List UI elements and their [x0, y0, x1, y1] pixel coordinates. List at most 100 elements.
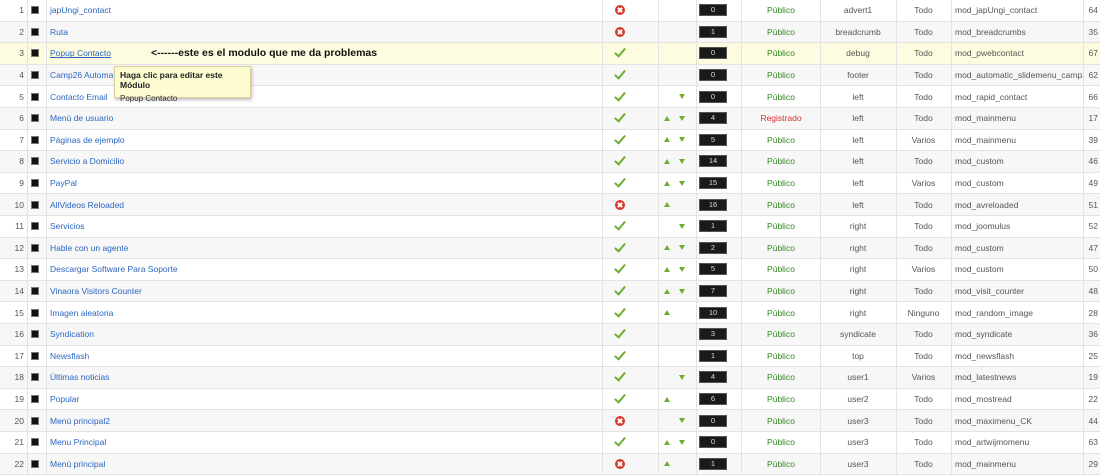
- module-name-link[interactable]: AllVideos Reloaded: [50, 194, 410, 215]
- published-toggle[interactable]: [612, 259, 628, 280]
- order-field[interactable]: 3: [699, 324, 727, 345]
- module-name-link[interactable]: Newsflash: [50, 346, 410, 367]
- checkbox-square[interactable]: [31, 308, 39, 317]
- order-value[interactable]: 0: [699, 47, 727, 60]
- order-field[interactable]: 0: [699, 65, 727, 86]
- order-value[interactable]: 1: [699, 25, 727, 38]
- move-up-icon[interactable]: [664, 115, 670, 121]
- published-toggle[interactable]: [612, 389, 628, 410]
- move-down-icon[interactable]: [679, 137, 685, 143]
- module-name-link[interactable]: Servicio a Domicilio: [50, 151, 410, 172]
- published-toggle[interactable]: [612, 130, 628, 151]
- order-field[interactable]: 16: [699, 194, 727, 215]
- order-value[interactable]: 0: [699, 414, 727, 427]
- access-level[interactable]: Público: [742, 43, 820, 64]
- row-checkbox[interactable]: [30, 173, 40, 194]
- order-field[interactable]: 4: [699, 367, 727, 388]
- published-check-icon[interactable]: [614, 157, 626, 165]
- published-check-icon[interactable]: [614, 352, 626, 360]
- access-level[interactable]: Público: [742, 346, 820, 367]
- checkbox-square[interactable]: [31, 351, 39, 360]
- published-check-icon[interactable]: [614, 114, 626, 122]
- order-field[interactable]: 2: [699, 238, 727, 259]
- published-check-icon[interactable]: [614, 330, 626, 338]
- move-up-icon[interactable]: [664, 461, 670, 467]
- access-level[interactable]: Público: [742, 0, 820, 21]
- checkbox-square[interactable]: [31, 373, 39, 382]
- order-field[interactable]: 0: [699, 0, 727, 21]
- published-check-icon[interactable]: [614, 265, 626, 273]
- published-toggle[interactable]: [612, 0, 628, 21]
- access-level[interactable]: Público: [742, 216, 820, 237]
- checkbox-square[interactable]: [31, 243, 39, 252]
- published-toggle[interactable]: [612, 324, 628, 345]
- access-level[interactable]: Público: [742, 22, 820, 43]
- module-name-link[interactable]: Menú principal2: [50, 410, 410, 431]
- move-down-icon[interactable]: [679, 115, 685, 121]
- unpublished-x-icon[interactable]: [615, 26, 625, 37]
- published-toggle[interactable]: [612, 108, 628, 129]
- published-toggle[interactable]: [612, 151, 628, 172]
- checkbox-square[interactable]: [31, 395, 39, 404]
- move-down-icon[interactable]: [679, 374, 685, 380]
- row-checkbox[interactable]: [30, 0, 40, 21]
- published-toggle[interactable]: [612, 432, 628, 453]
- published-toggle[interactable]: [612, 173, 628, 194]
- order-field[interactable]: 15: [699, 173, 727, 194]
- move-up-icon[interactable]: [664, 439, 670, 445]
- move-down-icon[interactable]: [679, 223, 685, 229]
- row-checkbox[interactable]: [30, 346, 40, 367]
- order-value[interactable]: 1: [699, 220, 727, 233]
- module-name-link[interactable]: Imagen aleatoria: [50, 302, 410, 323]
- published-check-icon[interactable]: [614, 395, 626, 403]
- move-down-icon[interactable]: [679, 94, 685, 100]
- order-field[interactable]: 1: [699, 22, 727, 43]
- published-check-icon[interactable]: [614, 244, 626, 252]
- row-checkbox[interactable]: [30, 194, 40, 215]
- access-level[interactable]: Público: [742, 454, 820, 475]
- order-field[interactable]: 1: [699, 346, 727, 367]
- access-level[interactable]: Público: [742, 410, 820, 431]
- order-value[interactable]: 14: [699, 155, 727, 168]
- access-level[interactable]: Público: [742, 302, 820, 323]
- checkbox-square[interactable]: [31, 416, 39, 425]
- published-toggle[interactable]: [612, 410, 628, 431]
- published-toggle[interactable]: [612, 346, 628, 367]
- published-toggle[interactable]: [612, 238, 628, 259]
- module-name-link[interactable]: PayPal: [50, 173, 410, 194]
- published-toggle[interactable]: [612, 22, 628, 43]
- published-check-icon[interactable]: [614, 287, 626, 295]
- module-name-link[interactable]: Menú de usuario: [50, 108, 410, 129]
- row-checkbox[interactable]: [30, 454, 40, 475]
- published-check-icon[interactable]: [614, 136, 626, 144]
- access-level[interactable]: Público: [742, 324, 820, 345]
- row-checkbox[interactable]: [30, 238, 40, 259]
- move-down-icon[interactable]: [679, 418, 685, 424]
- move-down-icon[interactable]: [679, 439, 685, 445]
- order-value[interactable]: 0: [699, 436, 727, 449]
- module-name-link[interactable]: Descargar Software Para Soporte: [50, 259, 410, 280]
- order-value[interactable]: 3: [699, 328, 727, 341]
- access-level[interactable]: Público: [742, 367, 820, 388]
- order-field[interactable]: 1: [699, 216, 727, 237]
- published-check-icon[interactable]: [614, 179, 626, 187]
- row-checkbox[interactable]: [30, 410, 40, 431]
- published-toggle[interactable]: [612, 281, 628, 302]
- order-value[interactable]: 4: [699, 112, 727, 125]
- order-value[interactable]: 10: [699, 306, 727, 319]
- order-value[interactable]: 0: [699, 90, 727, 103]
- move-up-icon[interactable]: [664, 137, 670, 143]
- row-checkbox[interactable]: [30, 281, 40, 302]
- unpublished-x-icon[interactable]: [615, 5, 625, 16]
- order-value[interactable]: 5: [699, 263, 727, 276]
- order-field[interactable]: 0: [699, 86, 727, 107]
- move-down-icon[interactable]: [679, 245, 685, 251]
- order-field[interactable]: 6: [699, 389, 727, 410]
- order-value[interactable]: 4: [699, 371, 727, 384]
- move-up-icon[interactable]: [664, 180, 670, 186]
- move-down-icon[interactable]: [679, 266, 685, 272]
- checkbox-square[interactable]: [31, 135, 39, 144]
- access-level[interactable]: Público: [742, 151, 820, 172]
- move-up-icon[interactable]: [664, 245, 670, 251]
- published-toggle[interactable]: [612, 65, 628, 86]
